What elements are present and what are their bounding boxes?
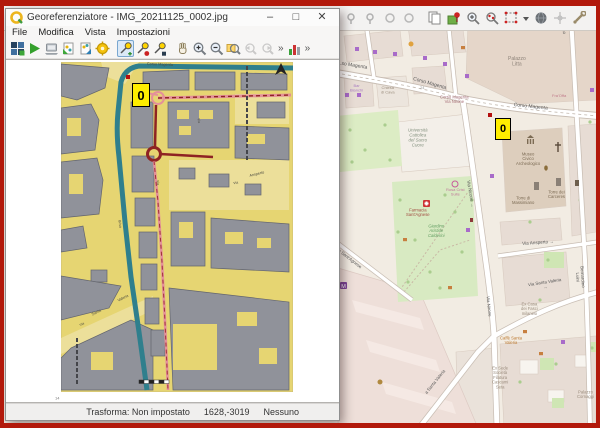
save-gcp-points-icon[interactable] [77,40,94,57]
status-coordinates: 1628,-3019 [204,407,250,417]
zoom-out-icon[interactable] [208,40,225,57]
menu-vista[interactable]: Vista [85,27,106,38]
load-gcp-points-icon[interactable] [60,40,77,57]
maximize-button[interactable]: □ [283,10,309,25]
pushpin-icon[interactable] [445,10,462,27]
scanned-page-number: 14 [55,396,59,401]
zoom-to-points-icon[interactable] [483,10,500,27]
minimize-button[interactable]: – [257,10,283,25]
window-titlebar[interactable]: Georeferenziatore - IMG_20211125_0002.jp… [6,9,339,26]
window-title: Georeferenziatore - IMG_20211125_0002.jp… [27,12,257,23]
menu-impostazioni[interactable]: Impostazioni [117,27,170,38]
coordinate-capture-disabled-icon[interactable] [551,10,568,27]
status-rotation: Nessuno [263,407,299,417]
add-point-icon[interactable] [117,40,134,57]
gcp-tool-disabled-icon[interactable] [363,10,380,27]
menu-file[interactable]: File [12,27,27,38]
screenshot-stage: M C.so MagentaCorso MagentaCorso Magenta… [0,0,600,428]
gdal-script-icon[interactable] [43,40,60,57]
georeferencer-window: Georeferenziatore - IMG_20211125_0002.jp… [5,8,340,421]
histogram-stretch-icon[interactable] [286,40,303,57]
menu-bar: File Modifica Vista Impostazioni [6,26,339,39]
close-button[interactable]: ✕ [309,10,335,25]
svg-text:M: M [341,284,346,290]
georeferencer-canvas[interactable]: Corso MagentaAnspertoViaSantaValeriaViaB… [6,59,339,403]
screenshot-border-top [0,0,600,6]
scanned-map-graphic [61,62,293,392]
wrench-icon[interactable] [570,10,587,27]
copy-features-icon[interactable] [426,10,443,27]
toolbar-overflow-icon[interactable]: » [276,43,286,54]
status-transform: Trasforma: Non impostato [86,407,190,417]
poi-dot-icon [409,42,414,47]
qgis-logo-icon [10,11,23,24]
pharmacy-cross-icon [423,200,430,207]
gcp-label-scanned: 0 [132,83,150,107]
globe-icon[interactable] [532,10,549,27]
gcp-tool-disabled-icon[interactable] [344,10,361,27]
screenshot-border-left [0,0,4,428]
zoom-next-icon[interactable] [259,40,276,57]
amphora-icon [544,165,548,170]
transformation-settings-icon[interactable] [94,40,111,57]
zoom-last-icon[interactable] [242,40,259,57]
dropdown-arrow-icon[interactable] [521,10,530,27]
georeferencer-toolbar: » » [6,39,339,59]
toolbar-overflow2-icon[interactable]: » [303,43,313,54]
screenshot-border-bottom [0,423,600,428]
gcp-dot-osm [488,113,492,117]
delete-point-icon[interactable] [134,40,151,57]
open-raster-icon[interactable] [9,40,26,57]
scanned-map-image[interactable]: Corso MagentaAnspertoViaSantaValeriaViaB… [61,62,293,392]
gcp-ring-disabled-icon[interactable] [382,10,399,27]
gcp-dot-scanned [126,75,130,79]
gcp-label-osm: 0 [495,118,511,140]
zoom-in-icon[interactable] [464,10,481,27]
zoom-to-layer-icon[interactable] [225,40,242,57]
zoom-in-icon[interactable] [191,40,208,57]
metro-icon: M [340,282,347,290]
gcp-ring-disabled-icon[interactable] [401,10,418,27]
start-georeferencing-icon[interactable] [26,40,43,57]
status-bar: Trasforma: Non impostato 1628,-3019 Ness… [6,403,339,420]
screenshot-border-right [596,0,600,428]
pan-hand-icon[interactable] [174,40,191,57]
scan-scale-bar [139,380,169,384]
poi-dot2-icon [378,380,383,385]
menu-modifica[interactable]: Modifica [38,27,73,38]
move-point-icon[interactable] [151,40,168,57]
selection-rect-icon[interactable] [502,10,519,27]
